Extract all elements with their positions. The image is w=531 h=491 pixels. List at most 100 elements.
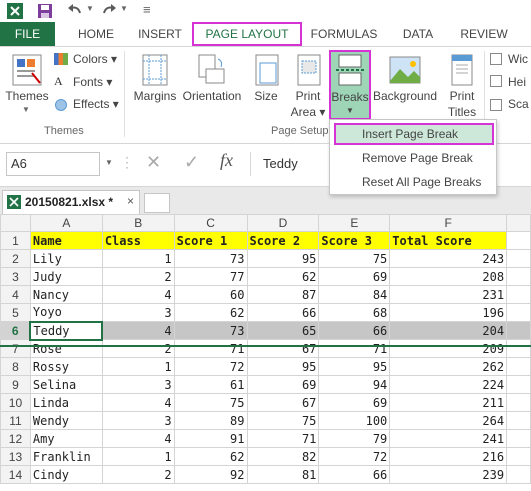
column-header-e[interactable]: E: [318, 214, 391, 232]
cell[interactable]: 1: [101, 249, 175, 268]
cell[interactable]: 87: [246, 285, 320, 304]
print-titles-button[interactable]: Titles: [442, 105, 482, 119]
tab-data[interactable]: DATA: [394, 22, 442, 46]
effects-button[interactable]: Effects ▾: [73, 97, 119, 111]
cell[interactable]: [506, 231, 531, 250]
column-header-b[interactable]: B: [101, 214, 175, 232]
tab-formulas[interactable]: FORMULAS: [306, 22, 382, 46]
margins-button[interactable]: Margins: [130, 89, 180, 103]
print-area-button[interactable]: Area ▾: [288, 105, 328, 119]
close-tab-icon[interactable]: ×: [127, 194, 134, 208]
insert-function-icon[interactable]: fx: [220, 150, 233, 171]
width-label[interactable]: Wic: [508, 52, 528, 66]
tab-review[interactable]: REVIEW: [456, 22, 512, 46]
cell[interactable]: Yoyo: [29, 303, 103, 322]
cell[interactable]: 231: [389, 285, 508, 304]
cell[interactable]: 100: [318, 411, 391, 430]
fonts-button[interactable]: Fonts ▾: [73, 75, 112, 89]
height-label[interactable]: Hei: [508, 75, 526, 89]
cell[interactable]: 3: [101, 303, 175, 322]
enter-icon[interactable]: ✓: [184, 152, 199, 173]
cell[interactable]: [506, 357, 531, 376]
redo-icon[interactable]: [100, 2, 118, 20]
row-header[interactable]: 6: [0, 321, 31, 340]
cell[interactable]: 66: [318, 321, 391, 340]
cell[interactable]: 241: [389, 429, 508, 448]
cell[interactable]: 61: [173, 375, 248, 394]
cell[interactable]: 216: [389, 447, 508, 466]
print-area-label-1[interactable]: Print: [290, 89, 326, 103]
cell[interactable]: 62: [173, 303, 248, 322]
cell[interactable]: Score 2: [246, 231, 320, 250]
cell[interactable]: 1: [101, 357, 175, 376]
cell[interactable]: 3: [101, 411, 175, 430]
colors-button[interactable]: Colors ▾: [73, 52, 117, 66]
cell[interactable]: 262: [389, 357, 508, 376]
cell[interactable]: 95: [246, 357, 320, 376]
cell[interactable]: 66: [318, 465, 391, 484]
row-header[interactable]: 2: [0, 249, 31, 268]
redo-dropdown-icon[interactable]: ▼: [120, 4, 128, 13]
cell[interactable]: Name: [29, 231, 103, 250]
cell[interactable]: 204: [389, 321, 508, 340]
cell[interactable]: 73: [173, 249, 248, 268]
cell[interactable]: 72: [318, 447, 391, 466]
row-header[interactable]: 11: [0, 411, 31, 430]
insert-page-break-item[interactable]: Insert Page Break: [334, 123, 494, 145]
cell[interactable]: [506, 339, 531, 358]
cell[interactable]: 79: [318, 429, 391, 448]
cell[interactable]: 2: [101, 339, 175, 358]
cell[interactable]: 211: [389, 393, 508, 412]
cell[interactable]: 4: [101, 285, 175, 304]
cell[interactable]: 75: [318, 249, 391, 268]
cell[interactable]: 4: [101, 321, 175, 340]
cell[interactable]: 71: [173, 339, 248, 358]
row-header[interactable]: 1: [0, 231, 31, 250]
cell[interactable]: Nancy: [29, 285, 103, 304]
cell[interactable]: [506, 249, 531, 268]
cell[interactable]: 4: [101, 393, 175, 412]
cell[interactable]: 71: [246, 429, 320, 448]
cell[interactable]: 81: [246, 465, 320, 484]
cell[interactable]: Judy: [29, 267, 103, 286]
cell[interactable]: 75: [246, 411, 320, 430]
themes-dropdown-icon[interactable]: ▼: [22, 105, 30, 114]
cell[interactable]: Linda: [29, 393, 103, 412]
column-header-d[interactable]: D: [246, 214, 320, 232]
cell[interactable]: 82: [246, 447, 320, 466]
name-box-dropdown-icon[interactable]: ▼: [105, 158, 113, 167]
workbook-tab[interactable]: 20150821.xlsx * ×: [2, 190, 140, 214]
name-box[interactable]: A6: [6, 152, 100, 176]
cell[interactable]: Class: [101, 231, 175, 250]
cell[interactable]: [506, 393, 531, 412]
cell[interactable]: Score 3: [318, 231, 391, 250]
tab-file[interactable]: FILE: [0, 22, 55, 46]
scale-label[interactable]: Sca: [508, 97, 529, 111]
save-icon[interactable]: [36, 2, 54, 20]
cell[interactable]: 4: [101, 429, 175, 448]
cell[interactable]: 77: [173, 267, 248, 286]
column-header-g[interactable]: [506, 214, 531, 232]
cell[interactable]: 2: [101, 465, 175, 484]
tab-home[interactable]: HOME: [66, 22, 126, 46]
cell[interactable]: Lily: [29, 249, 103, 268]
cell[interactable]: 75: [173, 393, 248, 412]
cell[interactable]: [506, 429, 531, 448]
cell[interactable]: 264: [389, 411, 508, 430]
reset-all-page-breaks-item[interactable]: Reset All Page Breaks: [334, 171, 494, 193]
column-header-c[interactable]: C: [173, 214, 248, 232]
cell[interactable]: 67: [246, 393, 320, 412]
cell[interactable]: 1: [101, 447, 175, 466]
cell[interactable]: 239: [389, 465, 508, 484]
remove-page-break-item[interactable]: Remove Page Break: [334, 147, 494, 169]
undo-icon[interactable]: [66, 2, 84, 20]
column-header-a[interactable]: A: [29, 214, 103, 232]
orientation-button[interactable]: Orientation: [180, 89, 244, 103]
cell[interactable]: Cindy: [29, 465, 103, 484]
cell[interactable]: 89: [173, 411, 248, 430]
cell[interactable]: 209: [389, 339, 508, 358]
cell[interactable]: Score 1: [173, 231, 248, 250]
cell[interactable]: 69: [318, 393, 391, 412]
cell[interactable]: 95: [246, 249, 320, 268]
row-header[interactable]: 13: [0, 447, 31, 466]
